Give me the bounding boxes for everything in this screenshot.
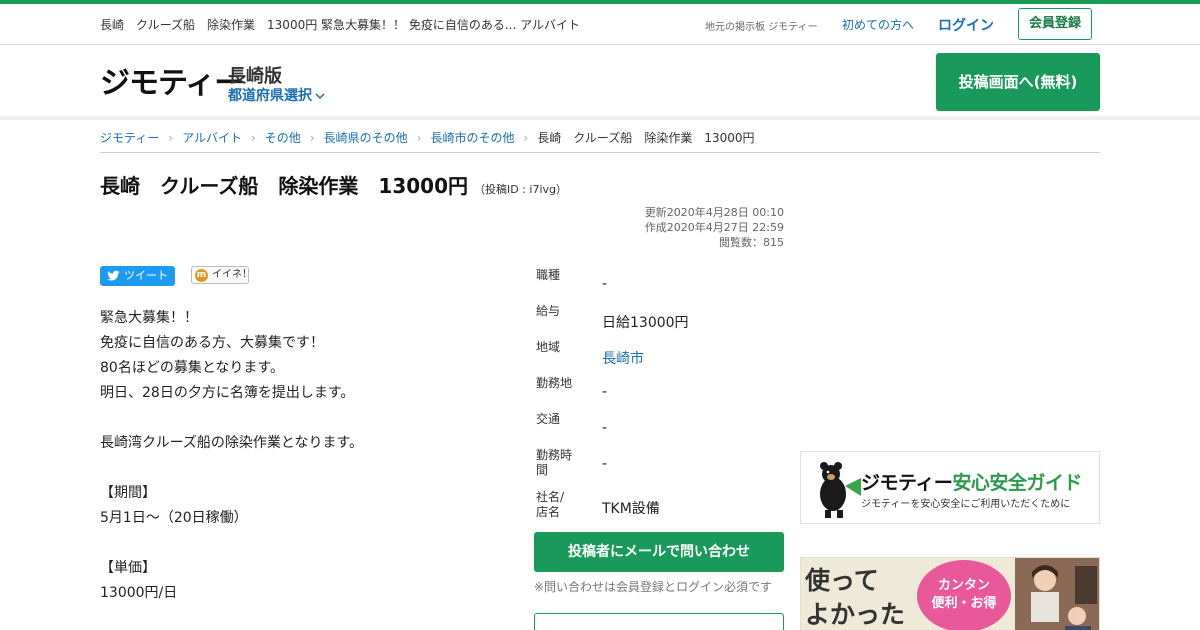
body-line xyxy=(100,531,520,556)
guide-highlight: 安心安全ガイド xyxy=(952,472,1082,494)
people-photo-icon xyxy=(1015,558,1099,630)
detail-label: 職種 xyxy=(536,268,561,282)
body-line: 5月1日〜（20日稼働） xyxy=(100,510,248,526)
body-line: 免疫に自信のある方、大募集です！ xyxy=(100,335,324,351)
guide-brand: ジモティー xyxy=(861,472,953,494)
chevron-down-icon xyxy=(315,93,325,100)
detail-label: 交通 xyxy=(536,412,561,426)
promo-line-2: よかった xyxy=(805,600,906,629)
breadcrumb-item-current: 長崎 クルーズ船 除染作業 13000円 xyxy=(537,131,755,145)
post-id: （投稿ID : i7ivg） xyxy=(473,183,568,196)
top-bar: 長崎 クルーズ船 除染作業 13000円 緊急大募集！！ 免疫に自信のある...… xyxy=(0,0,1200,45)
post-meta: 更新2020年4月28日 00:10 作成2020年4月27日 22:59 閲覧… xyxy=(540,205,784,250)
breadcrumb-item-baito[interactable]: アルバイト xyxy=(182,131,242,145)
chevron-right-icon: › xyxy=(250,131,256,145)
register-button[interactable]: 会員登録 xyxy=(1018,8,1092,40)
secondary-button[interactable] xyxy=(534,613,784,630)
detail-value: - xyxy=(602,276,608,292)
breadcrumb: ジモティー › アルバイト › その他 › 長崎県のその他 › 長崎市のその他 › 長崎 クルーズ船… xyxy=(100,129,1100,153)
chevron-right-icon: › xyxy=(416,131,422,145)
chevron-right-icon: › xyxy=(309,131,315,145)
like-label: イイネ！ xyxy=(212,269,252,280)
promo-bubble-line-2: 便利・お得 xyxy=(931,596,997,611)
tweet-label: ツイート xyxy=(124,269,168,282)
body-line: 【期間】 xyxy=(100,485,156,501)
area-link[interactable]: 長崎市 xyxy=(602,348,644,368)
promo-bubble: カンタン 便利・お得 xyxy=(917,560,1011,630)
prefecture-select[interactable]: 都道府県選択 xyxy=(228,85,325,105)
guide-title: ジモティー安心安全ガイド xyxy=(861,468,1082,495)
page-headline: 長崎 クルーズ船 除染作業 13000円 緊急大募集！！ 免疫に自信のある...… xyxy=(100,18,580,32)
mascot-icon xyxy=(820,462,861,518)
body-line: 13000円/日 xyxy=(100,585,178,601)
updated-date: 更新2020年4月28日 00:10 xyxy=(644,206,784,219)
detail-value: 日給13000円 xyxy=(602,315,689,331)
detail-value: - xyxy=(602,456,608,472)
first-time-link[interactable]: 初めての方へ xyxy=(842,16,914,33)
detail-label: 勤務時間 xyxy=(536,448,573,477)
created-date: 作成2020年4月27日 22:59 xyxy=(644,221,784,234)
detail-label: 給与 xyxy=(536,304,561,318)
body-line: 明日、28日の夕方に名簿を提出します。 xyxy=(100,385,355,401)
chevron-right-icon: › xyxy=(168,131,174,145)
page-title: 長崎 クルーズ船 除染作業 13000円 （投稿ID : i7ivg） xyxy=(100,170,567,199)
mixi-icon: m xyxy=(195,269,208,282)
tweet-button[interactable]: ツイート xyxy=(100,266,175,286)
detail-value: - xyxy=(602,384,608,400)
site-header: ジモティー 長崎版 都道府県選択 投稿画面へ(無料) xyxy=(0,45,1200,120)
promo-banner[interactable]: 使って よかった カンタン 便利・お得 xyxy=(800,557,1100,630)
detail-value: TKM設備 xyxy=(602,501,660,517)
post-button[interactable]: 投稿画面へ(無料) xyxy=(936,53,1100,111)
promo-photo xyxy=(1015,558,1099,630)
safety-guide-banner[interactable]: ジモティー安心安全ガイド ジモティーを安心安全にご利用いただくために xyxy=(800,451,1100,524)
breadcrumb-item-other[interactable]: その他 xyxy=(265,131,301,145)
contact-note: ※問い合わせは会員登録とログイン必須です xyxy=(534,580,773,594)
post-title: 長崎 クルーズ船 除染作業 13000円 xyxy=(100,174,468,198)
chevron-right-icon: › xyxy=(523,131,529,145)
detail-label: 社名/店名 xyxy=(536,490,565,519)
detail-value: - xyxy=(602,420,608,436)
post-body: 緊急大募集！！ 免疫に自信のある方、大募集です！ 80名ほどの募集となります。明日、… xyxy=(100,306,520,606)
body-line: 【単価】 xyxy=(100,560,156,576)
site-tagline: 地元の掲示板 ジモティー xyxy=(705,22,818,33)
breadcrumb-item-pref[interactable]: 長崎県のその他 xyxy=(324,131,408,145)
promo-text: 使って よかった xyxy=(805,564,905,630)
body-line: 長崎湾クルーズ船の除染作業となります。 xyxy=(100,435,364,451)
breadcrumb-item-city[interactable]: 長崎市のその他 xyxy=(430,131,514,145)
prefecture-select-label: 都道府県選択 xyxy=(228,88,312,104)
mail-contact-button[interactable]: 投稿者にメールで問い合わせ xyxy=(534,532,784,572)
site-logo[interactable]: ジモティー xyxy=(100,67,244,101)
like-button[interactable]: m イイネ！ xyxy=(191,266,252,284)
twitter-bird-icon xyxy=(107,270,120,281)
promo-line-1: 使って xyxy=(805,566,879,595)
detail-label: 勤務地 xyxy=(536,376,573,390)
body-line xyxy=(100,456,520,481)
body-line: 80名ほどの募集となります。 xyxy=(100,360,284,376)
body-line: 緊急大募集！！ xyxy=(100,310,198,326)
breadcrumb-item-home[interactable]: ジモティー xyxy=(100,131,159,145)
promo-bubble-line-1: カンタン xyxy=(937,578,990,593)
login-link[interactable]: ログイン xyxy=(938,15,994,35)
guide-subtitle: ジモティーを安心安全にご利用いただくために xyxy=(861,499,1071,510)
body-line xyxy=(100,406,520,431)
detail-label: 地域 xyxy=(536,340,561,354)
view-count: 閲覧数：815 xyxy=(719,236,784,249)
